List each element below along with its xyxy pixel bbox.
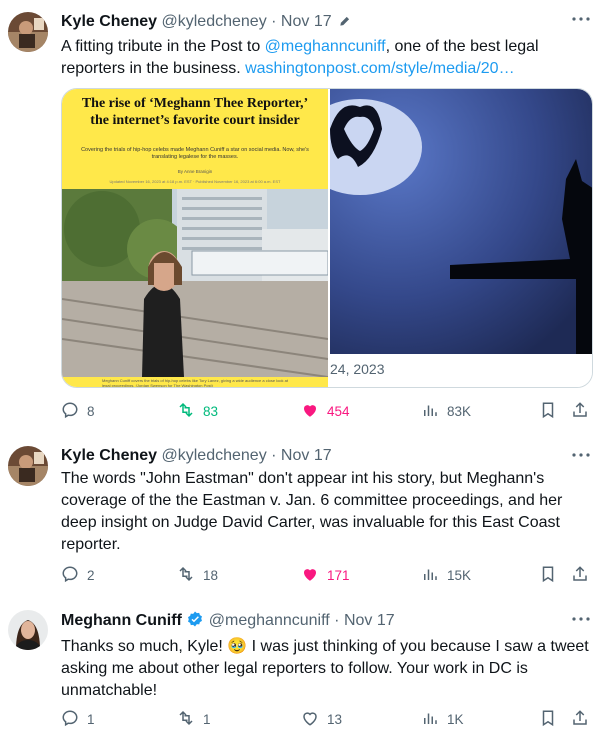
reply-count: 8 [87, 403, 95, 419]
article-link[interactable]: washingtonpost.com/style/media/20… [245, 60, 514, 77]
article-screenshot[interactable]: The rise of ‘Meghann Thee Reporter,’ the… [62, 89, 328, 388]
reply-icon [61, 565, 87, 586]
like-count: 13 [327, 711, 343, 727]
retweet-button[interactable]: 18 [177, 564, 218, 586]
reply-icon [61, 709, 87, 730]
separator-dot: · [271, 13, 277, 30]
heart-filled-icon [301, 565, 327, 586]
timestamp[interactable]: Nov 17 [281, 13, 332, 30]
tweet-header: Kyle Cheney @kyledcheney · Nov 17 [61, 446, 592, 466]
author-name[interactable]: Kyle Cheney [61, 447, 157, 464]
mention-link[interactable]: @meghanncuniff [265, 38, 386, 55]
reply-icon [61, 401, 87, 422]
text-segment: Thanks so much, Kyle! [61, 638, 228, 655]
timestamp[interactable]: Nov 17 [281, 447, 332, 464]
pencil-icon [338, 14, 352, 34]
separator-dot: · [334, 612, 340, 629]
retweet-icon [177, 401, 203, 422]
like-count: 171 [327, 567, 350, 583]
reply-button[interactable]: 2 [61, 564, 95, 586]
like-button[interactable]: 171 [301, 564, 350, 586]
bar-chart-icon [421, 401, 447, 422]
tweet-text: Thanks so much, Kyle! 🥹 I was just think… [61, 636, 592, 702]
tweet-header: Meghann Cuniff @meghanncuniff · Nov 17 [61, 610, 592, 634]
view-count: 1K [447, 711, 464, 727]
bookmark-icon [539, 565, 565, 586]
views-button[interactable]: 15K [421, 564, 471, 586]
tweet-header: Kyle Cheney @kyledcheney · Nov 17 [61, 12, 592, 34]
retweet-icon [177, 709, 203, 730]
tweet-actions: 1 1 13 1K [61, 708, 591, 730]
avatar[interactable] [8, 12, 48, 52]
more-options-icon[interactable] [570, 446, 592, 464]
view-count: 15K [447, 567, 472, 583]
heart-outline-icon [301, 709, 327, 730]
author-handle[interactable]: @kyledcheney [162, 13, 267, 30]
like-button[interactable]: 13 [301, 708, 342, 730]
tweet-1[interactable]: Kyle Cheney @kyledcheney · Nov 17 A fitt… [0, 0, 606, 440]
tweet-text: The words "John Eastman" don't appear in… [61, 470, 563, 553]
view-count: 83K [447, 403, 472, 419]
separator-dot: · [271, 447, 277, 464]
text-segment: A fitting tribute in the Post to [61, 38, 265, 55]
retweet-button[interactable]: 1 [177, 708, 211, 730]
tweet-2[interactable]: Kyle Cheney @kyledcheney · Nov 17 The wo… [0, 440, 606, 600]
like-count: 454 [327, 403, 350, 419]
more-options-icon[interactable] [570, 610, 592, 628]
reply-count: 2 [87, 567, 95, 583]
share-icon [571, 565, 597, 586]
reply-button[interactable]: 1 [61, 708, 95, 730]
article-dates: Updated November 16, 2023 at 4:18 p.m. E… [109, 179, 281, 184]
views-button[interactable]: 83K [421, 400, 471, 422]
retweet-icon [177, 565, 203, 586]
author-name[interactable]: Meghann Cuniff [61, 612, 182, 629]
share-button[interactable] [571, 400, 597, 422]
reply-button[interactable]: 8 [61, 400, 95, 422]
avatar[interactable] [8, 446, 48, 486]
article-byline: By Anne Branigin [177, 169, 213, 174]
heart-filled-icon [301, 401, 327, 422]
bookmark-button[interactable] [539, 564, 565, 586]
share-button[interactable] [571, 564, 597, 586]
bookmark-icon [539, 709, 565, 730]
bar-chart-icon [421, 709, 447, 730]
share-button[interactable] [571, 708, 597, 730]
tweet-actions: 8 83 454 83K [61, 400, 591, 422]
views-button[interactable]: 1K [421, 708, 464, 730]
retweet-count: 1 [203, 711, 211, 727]
bar-chart-icon [421, 565, 447, 586]
secondary-image[interactable]: 24, 2023 [330, 89, 592, 387]
emoji-pleading-icon: 🥹 [227, 638, 248, 655]
media-card[interactable]: The rise of ‘Meghann Thee Reporter,’ the… [61, 88, 593, 388]
share-icon [571, 401, 597, 422]
retweet-count: 18 [203, 567, 219, 583]
photo-caption: Meghann Cuniff covers the trials of hip-… [102, 378, 288, 388]
more-options-icon[interactable] [570, 10, 592, 28]
tweet-3[interactable]: Meghann Cuniff @meghanncuniff · Nov 17 T… [0, 600, 606, 736]
bookmark-button[interactable] [539, 708, 565, 730]
verified-badge-icon [186, 610, 204, 634]
article-photo [62, 189, 328, 377]
tweet-actions: 2 18 171 15K [61, 564, 591, 586]
bookmark-icon [539, 401, 565, 422]
article-subtitle: Covering the trials of hip-hop celebs ma… [81, 147, 309, 160]
card-date: 24, 2023 [330, 361, 385, 377]
tweet-text: A fitting tribute in the Post to @meghan… [61, 36, 592, 80]
author-handle[interactable]: @kyledcheney [162, 447, 267, 464]
reply-count: 1 [87, 711, 95, 727]
avatar[interactable] [8, 610, 48, 650]
article-title: The rise of ‘Meghann Thee Reporter,’ the… [81, 96, 309, 128]
share-icon [571, 709, 597, 730]
bat-signal-image [330, 89, 592, 354]
timestamp[interactable]: Nov 17 [344, 612, 395, 629]
retweet-button[interactable]: 83 [177, 400, 218, 422]
bookmark-button[interactable] [539, 400, 565, 422]
author-handle[interactable]: @meghanncuniff [209, 612, 330, 629]
retweet-count: 83 [203, 403, 219, 419]
author-name[interactable]: Kyle Cheney [61, 13, 157, 30]
like-button[interactable]: 454 [301, 400, 350, 422]
